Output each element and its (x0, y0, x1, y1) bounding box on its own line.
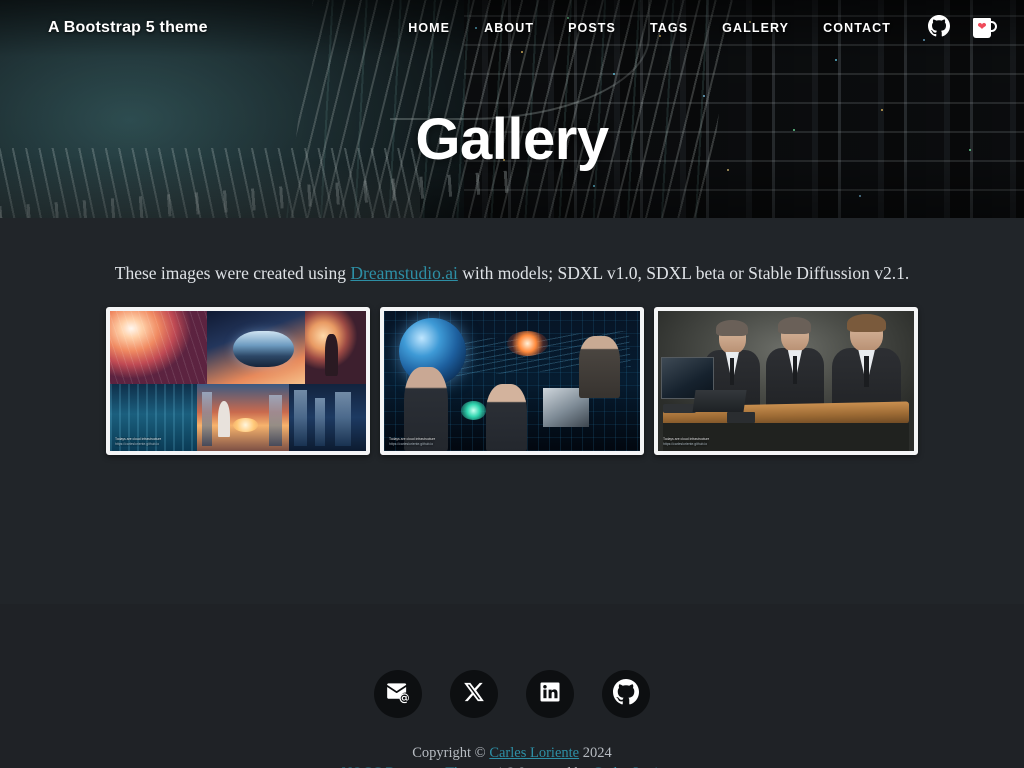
copyright-prefix: Copyright © (412, 745, 490, 761)
nav-item-home: HOME (391, 15, 467, 41)
footer-copyright: Copyright © Carles Loriente 2024 NOCC Bo… (342, 744, 683, 768)
main-content: These images were created using Dreamstu… (0, 218, 1024, 604)
coffee-mug-heart-icon: ❤ (973, 18, 997, 38)
theme-credit: NOCC Bootstrap Theme v1.3.8 created by C… (342, 764, 683, 768)
gallery-image-3[interactable]: Todays are cloud infrastructure https://… (658, 311, 914, 452)
footer-github-link[interactable] (602, 670, 650, 718)
x-twitter-icon (463, 681, 485, 708)
gallery-image-2[interactable]: Todays are cloud infrastructure https://… (384, 311, 640, 452)
page-title: Gallery (415, 107, 609, 172)
navbar-github-link[interactable] (924, 13, 954, 43)
nav-link-gallery[interactable]: GALLERY (705, 15, 806, 41)
nav-item-about: ABOUT (467, 15, 551, 41)
github-icon (613, 678, 639, 710)
gallery-intro-text: These images were created using Dreamstu… (0, 260, 1024, 286)
copyright-year: 2024 (579, 745, 612, 761)
nav-link-home[interactable]: HOME (391, 15, 467, 41)
nav-link-posts[interactable]: POSTS (551, 15, 633, 41)
nav-item-gallery: GALLERY (705, 15, 806, 41)
nav-item-contact: CONTACT (806, 15, 908, 41)
social-links (374, 670, 650, 718)
gallery-image-1[interactable]: Todays are cloud infrastructure https://… (110, 311, 366, 452)
buy-me-a-coffee-link[interactable]: ❤ (970, 13, 1000, 43)
image-caption: Todays are cloud infrastructure https://… (663, 437, 710, 447)
nav-item-posts: POSTS (551, 15, 633, 41)
linkedin-icon (538, 680, 562, 709)
gallery-card[interactable]: Todays are cloud infrastructure https://… (106, 307, 370, 456)
nav-item-tags: TAGS (633, 15, 705, 41)
linkedin-link[interactable] (526, 670, 574, 718)
site-footer: Copyright © Carles Loriente 2024 NOCC Bo… (0, 604, 1024, 768)
nav-link-contact[interactable]: CONTACT (806, 15, 908, 41)
copyright-author-link[interactable]: Carles Loriente (489, 745, 579, 761)
nav-item-github (908, 13, 954, 43)
intro-text-before: These images were created using (114, 263, 351, 283)
gallery-card[interactable]: Todays are cloud infrastructure https://… (654, 307, 918, 456)
brand-link[interactable]: A Bootstrap 5 theme (48, 19, 208, 37)
email-link[interactable] (374, 670, 422, 718)
gallery-card[interactable]: Todays are cloud infrastructure https://… (380, 307, 644, 456)
hero-banner: A Bootstrap 5 theme HOME ABOUT POSTS TAG… (0, 0, 1024, 218)
main-navbar: A Bootstrap 5 theme HOME ABOUT POSTS TAG… (0, 0, 1024, 56)
intro-text-after: with models; SDXL v1.0, SDXL beta or Sta… (457, 263, 910, 283)
image-caption: Todays are cloud infrastructure https://… (115, 437, 162, 447)
image-caption: Todays are cloud infrastructure https://… (389, 437, 436, 447)
email-icon (385, 679, 411, 710)
dreamstudio-link[interactable]: Dreamstudio.ai (350, 263, 457, 283)
nav-menu: HOME ABOUT POSTS TAGS GALLERY CONTACT ❤ (391, 13, 1000, 43)
github-icon (928, 14, 950, 42)
nav-link-about[interactable]: ABOUT (467, 15, 551, 41)
nav-link-tags[interactable]: TAGS (633, 15, 705, 41)
gallery-grid: Todays are cloud infrastructure https://… (0, 307, 1024, 456)
x-twitter-link[interactable] (450, 670, 498, 718)
nav-item-coffee: ❤ (954, 13, 1000, 43)
